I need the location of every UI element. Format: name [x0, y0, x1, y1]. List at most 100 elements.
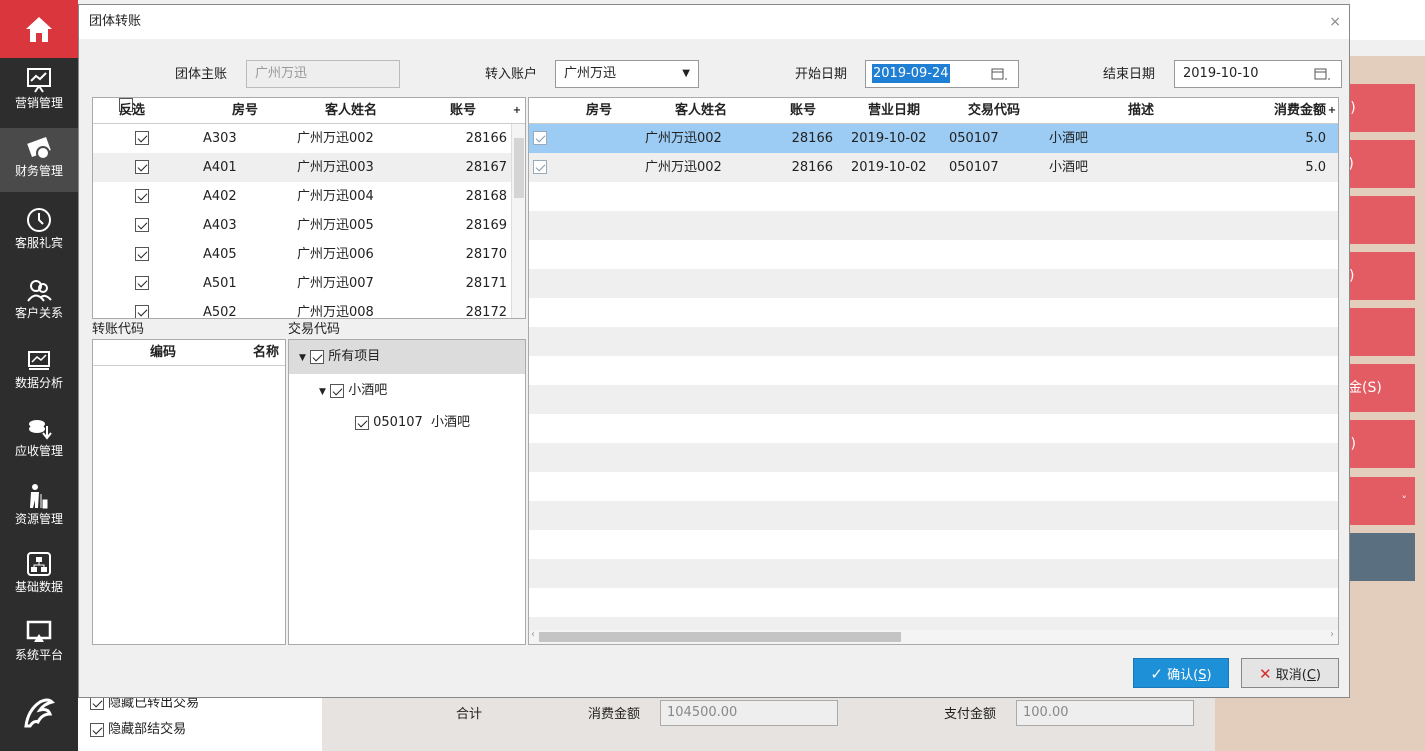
hierarchy-icon: [27, 552, 51, 576]
col-account[interactable]: 账号: [761, 98, 845, 124]
row-checkbox[interactable]: [135, 247, 149, 261]
room-number: A501: [203, 276, 237, 291]
guest-name: 广州万迅002: [297, 131, 374, 146]
description: 小酒吧: [1049, 131, 1089, 146]
nav-label: 资源管理: [14, 512, 63, 526]
rooms-scroll-thumb[interactable]: [514, 138, 524, 198]
room-row[interactable]: A403 广州万迅005 28169: [93, 211, 525, 240]
nav-item-finance[interactable]: 财务管理: [0, 128, 78, 192]
room-row[interactable]: A402 广州万迅004 28168: [93, 182, 525, 211]
hide-settled-checkbox[interactable]: [90, 722, 104, 737]
transactions-hscrollbar[interactable]: ‹ ›: [529, 629, 1338, 644]
dialog-title: 团体转账: [89, 14, 142, 29]
confirm-button[interactable]: ✓ 确认(S): [1133, 658, 1229, 688]
tree-checkbox[interactable]: [355, 415, 369, 430]
expand-arrow-icon[interactable]: ▼: [319, 387, 326, 397]
guest-name: 广州万迅003: [297, 160, 374, 175]
hide-settled-option[interactable]: 隐藏部结交易: [90, 720, 186, 740]
room-number: A405: [203, 247, 237, 262]
room-row[interactable]: A303 广州万迅002 28166: [93, 124, 525, 153]
trans-code: 050107: [949, 131, 999, 146]
transaction-row[interactable]: 广州万迅002 28166 2019-10-02 050107 小酒吧 5.0: [529, 153, 1338, 182]
room-row[interactable]: A502 广州万迅008 28172: [93, 298, 525, 319]
col-description[interactable]: 描述: [1045, 98, 1237, 124]
nav-item-analytics[interactable]: 数据分析: [0, 340, 78, 404]
empty-row: [529, 385, 1338, 414]
tree-node-all[interactable]: ▼ 所有项目: [299, 348, 380, 367]
description: 小酒吧: [1049, 160, 1089, 175]
nav-item-base-data[interactable]: 基础数据: [0, 544, 78, 608]
tree-checkbox[interactable]: [330, 383, 345, 398]
column-picker-icon[interactable]: +: [511, 98, 523, 124]
cancel-button[interactable]: ✕ 取消(C): [1241, 658, 1339, 688]
transaction-row[interactable]: 广州万迅002 28166 2019-10-02 050107 小酒吧 5.0: [529, 124, 1338, 153]
col-business-date[interactable]: 营业日期: [845, 98, 943, 124]
scroll-right-icon[interactable]: ›: [1330, 629, 1334, 640]
row-checkbox[interactable]: [135, 189, 149, 203]
room-row[interactable]: A401 广州万迅003 28167: [93, 153, 525, 182]
amount: 5.0: [1305, 160, 1326, 175]
tree-node-050107[interactable]: 050107 小酒吧: [355, 414, 470, 432]
row-checkbox[interactable]: [533, 160, 547, 174]
end-date-value[interactable]: 2019-10-10: [1183, 66, 1259, 81]
transfer-code-grid: 编码 名称: [92, 339, 286, 645]
nav-item-concierge[interactable]: 客服礼宾: [0, 200, 78, 264]
empty-row: [529, 530, 1338, 559]
room-row[interactable]: A501 广州万迅007 28171: [93, 269, 525, 298]
nav-item-crm[interactable]: 客户关系: [0, 270, 78, 334]
column-picker-icon[interactable]: +: [1326, 98, 1338, 124]
scroll-left-icon[interactable]: ‹: [531, 629, 535, 640]
row-checkbox[interactable]: [533, 131, 547, 145]
col-room[interactable]: 房号: [559, 98, 639, 124]
tree-node-label: 小酒吧: [348, 383, 388, 398]
hide-transferred-option[interactable]: 隐藏已转出交易: [90, 696, 199, 710]
col-trans-code[interactable]: 交易代码: [943, 98, 1045, 124]
business-date: 2019-10-02: [851, 131, 927, 146]
col-guest-name[interactable]: 客人姓名: [291, 98, 411, 124]
col-room[interactable]: 房号: [205, 98, 285, 124]
tree-checkbox[interactable]: [310, 349, 325, 364]
transfer-code-title: 转账代码: [92, 322, 145, 337]
nav-item-resources[interactable]: 资源管理: [0, 476, 78, 540]
tree-node-minibar[interactable]: ▼ 小酒吧: [319, 382, 387, 401]
expand-arrow-icon[interactable]: ▼: [299, 353, 306, 363]
close-icon[interactable]: ×: [1329, 5, 1341, 39]
col-amount[interactable]: 消费金额: [1251, 98, 1326, 124]
room-number: A303: [203, 131, 237, 146]
trans-code: 050107: [949, 160, 999, 175]
empty-row: [529, 559, 1338, 588]
nav-item-system[interactable]: 系统平台: [0, 612, 78, 676]
empty-row: [529, 211, 1338, 240]
start-date-value[interactable]: 2019-09-24: [872, 64, 950, 83]
nav-item-marketing[interactable]: 营销管理: [0, 60, 78, 124]
empty-row: [529, 356, 1338, 385]
hide-transferred-checkbox[interactable]: [90, 696, 104, 710]
col-guest-name[interactable]: 客人姓名: [641, 98, 761, 124]
room-row[interactable]: A405 广州万迅006 28170: [93, 240, 525, 269]
empty-row: [529, 182, 1338, 211]
start-date-picker[interactable]: 2019-09-24: [865, 60, 1019, 88]
col-name[interactable]: 名称: [209, 340, 279, 366]
row-checkbox[interactable]: [135, 305, 149, 318]
row-checkbox[interactable]: [135, 276, 149, 290]
target-account-select[interactable]: 广州万迅 ▼: [555, 60, 699, 88]
transactions-hscroll-thumb[interactable]: [539, 632, 901, 642]
account-number: 28166: [465, 131, 507, 146]
home-button[interactable]: [0, 0, 78, 58]
account-number: 28167: [465, 160, 507, 175]
row-checkbox[interactable]: [135, 160, 149, 174]
pay-amount-field: 100.00: [1016, 700, 1194, 726]
rooms-scrollbar[interactable]: [511, 124, 525, 318]
business-date: 2019-10-02: [851, 160, 927, 175]
rooms-grid: 反选 房号 客人姓名 账号 + A303 广州万迅002 28166 A401 广州万迅…: [92, 97, 526, 319]
calendar-icon[interactable]: [990, 61, 1008, 97]
row-checkbox[interactable]: [135, 218, 149, 232]
row-checkbox[interactable]: [135, 131, 149, 145]
col-code[interactable]: 编码: [133, 340, 193, 366]
col-account[interactable]: 账号: [423, 98, 503, 124]
account-number: 28169: [465, 218, 507, 233]
nav-item-receivables[interactable]: 应收管理: [0, 408, 78, 472]
calendar-icon[interactable]: [1313, 61, 1331, 97]
end-date-picker[interactable]: 2019-10-10: [1174, 60, 1342, 88]
room-number: A502: [203, 305, 237, 319]
